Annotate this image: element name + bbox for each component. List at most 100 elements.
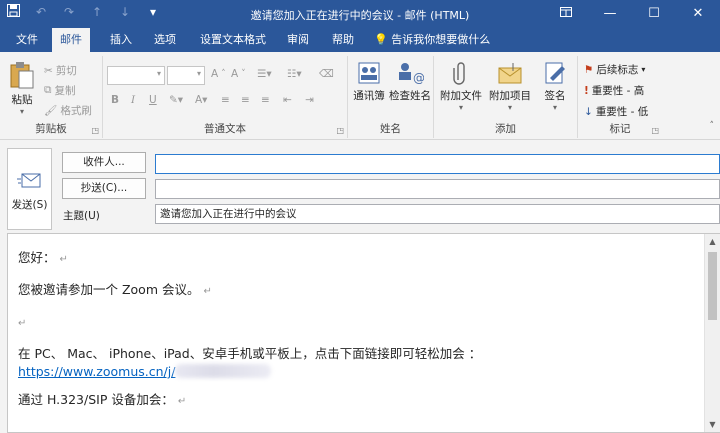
clipboard-launcher-icon[interactable]: ◳ (91, 126, 99, 135)
minimize-icon[interactable]: — (588, 0, 632, 28)
low-importance-button[interactable]: ↓ 重要性 - 低 (584, 104, 648, 119)
bullets-icon[interactable]: ☰▾ (257, 68, 272, 80)
down-arrow-icon[interactable]: ↓ (118, 4, 132, 20)
tab-message[interactable]: 邮件 (52, 28, 90, 52)
signature-button[interactable]: 签名 ▾ (536, 60, 574, 112)
grow-font-button[interactable]: A ˄ (211, 68, 226, 80)
high-importance-button[interactable]: ! 重要性 - 高 (584, 83, 644, 98)
format-painter-label: 格式刷 (60, 105, 92, 117)
invite-text: 您被邀请参加一个 Zoom 会议。 (18, 282, 200, 297)
tell-me-label: 告诉我你想要做什么 (391, 33, 491, 46)
send-label: 发送(S) (11, 199, 48, 211)
flag-icon: ⚑ (584, 63, 594, 76)
tab-help[interactable]: 帮助 (324, 28, 362, 52)
check-names-button[interactable]: @ 检查姓名 (388, 60, 432, 103)
exclamation-icon: ! (584, 84, 589, 97)
align-left-icon[interactable]: ≡ (221, 94, 230, 106)
close-icon[interactable]: ✕ (676, 0, 720, 28)
highlight-icon[interactable]: ✎▾ (169, 94, 183, 106)
font-name-dropdown[interactable]: ▾ (107, 66, 165, 85)
message-body[interactable]: 您好： ↵ 您被邀请参加一个 Zoom 会议。 ↵ ↵ 在 PC、 Mac、 i… (7, 233, 720, 433)
address-book-button[interactable]: 通讯簿 (350, 60, 388, 103)
paste-label: 粘贴 (11, 94, 33, 106)
clear-format-icon[interactable]: ⌫ (319, 68, 334, 80)
address-book-icon (358, 62, 380, 84)
send-button[interactable]: 发送(S) (7, 148, 52, 230)
copy-icon: ⧉ (44, 84, 52, 96)
tell-me-box[interactable]: 💡 告诉我你想要做什么 (374, 28, 490, 52)
follow-up-button[interactable]: ⚑ 后续标志 ▾ (584, 62, 645, 77)
cut-button[interactable]: ✂ 剪切 (44, 63, 77, 78)
tab-insert[interactable]: 插入 (102, 28, 140, 52)
tab-format-text[interactable]: 设置文本格式 (192, 28, 274, 52)
subject-label: 主题(U) (63, 210, 100, 222)
basic-text-group-label: 普通文本 (204, 123, 246, 135)
increase-indent-icon[interactable]: ⇥ (305, 94, 314, 106)
numbering-icon[interactable]: ☷▾ (287, 68, 302, 80)
names-group: 通讯簿 @ 检查姓名 姓名 (348, 56, 434, 138)
up-arrow-icon[interactable]: ↑ (90, 4, 104, 20)
low-importance-label: 重要性 - 低 (595, 106, 649, 118)
scroll-up-icon[interactable]: ▲ (705, 234, 720, 249)
include-group-label: 添加 (495, 123, 516, 135)
copy-button[interactable]: ⧉ 复制 (44, 83, 76, 98)
check-names-label: 检查姓名 (389, 90, 431, 102)
high-importance-label: 重要性 - 高 (591, 85, 645, 97)
undo-icon[interactable]: ↶ (34, 4, 48, 20)
customize-icon[interactable]: ▾ (146, 4, 160, 20)
save-icon[interactable] (6, 4, 20, 20)
svg-text:@: @ (413, 71, 424, 85)
bold-button[interactable]: B (111, 94, 119, 106)
underline-button[interactable]: U (149, 94, 157, 106)
signature-label: 签名 (544, 90, 566, 102)
lightbulb-icon: 💡 (374, 33, 388, 46)
align-center-icon[interactable]: ≡ (241, 94, 250, 106)
align-right-icon[interactable]: ≡ (261, 94, 270, 106)
basic-text-group: ▾ ▾ A ˄ A ˅ ☰▾ ☷▾ ⌫ B I U ✎▾ A▾ ≡ ≡ ≡ ⇤ ⇥ … (103, 56, 348, 138)
tab-file[interactable]: 文件 (8, 28, 46, 52)
italic-button[interactable]: I (131, 94, 135, 106)
join-instructions-text: 在 PC、 Mac、 iPhone、iPad、安卓手机或平板上，点击下面链接即可… (18, 346, 482, 361)
vertical-scrollbar[interactable]: ▲ ▼ (704, 234, 720, 432)
scroll-down-icon[interactable]: ▼ (705, 417, 720, 432)
tags-launcher-icon[interactable]: ◳ (651, 126, 659, 135)
brush-icon: 🖌 (44, 105, 58, 117)
format-painter-button[interactable]: 🖌 格式刷 (44, 103, 92, 118)
decrease-indent-icon[interactable]: ⇤ (283, 94, 292, 106)
tab-options[interactable]: 选项 (146, 28, 184, 52)
tab-review[interactable]: 审阅 (279, 28, 317, 52)
names-group-label: 姓名 (380, 123, 401, 135)
paste-button[interactable]: 粘贴 ▾ (4, 60, 40, 116)
paste-icon (10, 62, 34, 89)
h323-text: 通过 H.323/SIP 设备加会： (18, 392, 174, 407)
meeting-link[interactable]: https://www.zoomus.cn/j/ (18, 364, 175, 379)
signature-icon (545, 62, 565, 84)
check-names-icon: @ (399, 63, 424, 85)
subject-field[interactable]: 邀请您加入正在进行中的会议 (155, 204, 720, 224)
cc-field[interactable] (155, 179, 720, 199)
scrollbar-thumb[interactable] (708, 252, 717, 320)
shrink-font-button[interactable]: A ˅ (231, 68, 246, 80)
cut-label: 剪切 (55, 65, 77, 77)
to-button[interactable]: 收件人... (62, 152, 146, 173)
tags-group: ⚑ 后续标志 ▾ ! 重要性 - 高 ↓ 重要性 - 低 标记 ◳ (578, 56, 662, 138)
copy-label: 复制 (54, 85, 76, 97)
attach-file-button[interactable]: 附加文件 ▾ (438, 60, 484, 112)
greeting-text: 您好： (18, 250, 56, 265)
maximize-icon[interactable]: ☐ (632, 0, 676, 28)
to-field[interactable] (155, 154, 720, 174)
redo-icon[interactable]: ↷ (62, 4, 76, 20)
scissors-icon: ✂ (44, 64, 53, 77)
clipboard-group-label: 剪贴板 (35, 123, 67, 135)
font-size-dropdown[interactable]: ▾ (167, 66, 205, 85)
ribbon-display-icon[interactable] (544, 0, 588, 28)
title-bar: ↶ ↷ ↑ ↓ ▾ 邀请您加入正在进行中的会议 - 邮件 (HTML) — ☐ … (0, 0, 720, 28)
compose-header: 发送(S) 收件人... 抄送(C)... 主题(U) 邀请您加入正在进行中的会… (0, 141, 720, 233)
paperclip-icon (453, 62, 465, 85)
basic-text-launcher-icon[interactable]: ◳ (336, 126, 344, 135)
font-color-icon[interactable]: A▾ (195, 94, 207, 106)
cc-button[interactable]: 抄送(C)... (62, 178, 146, 199)
address-book-label: 通讯簿 (353, 90, 385, 102)
attach-item-button[interactable]: 附加项目 ▾ (486, 60, 534, 112)
collapse-ribbon-icon[interactable]: ˄ (710, 121, 715, 131)
